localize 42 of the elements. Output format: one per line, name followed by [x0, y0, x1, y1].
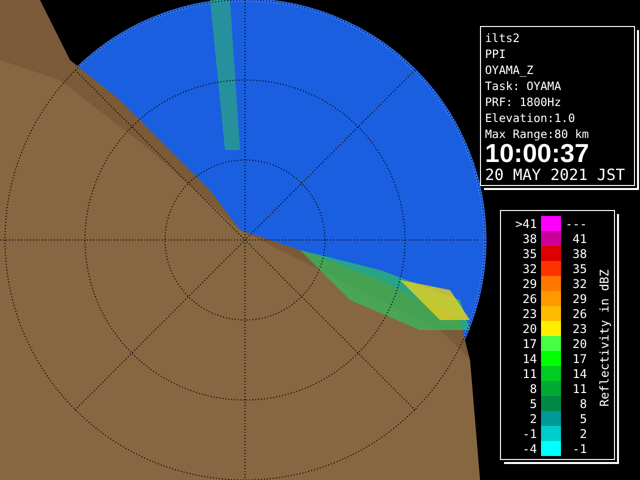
legend-label: 41 — [572, 232, 587, 246]
time-text: 10:00:37 — [485, 141, 590, 165]
legend-label: 14 — [572, 366, 587, 380]
legend-label: 35 — [522, 246, 537, 260]
legend-label: 32 — [572, 276, 587, 290]
legend-label: 20 — [572, 336, 587, 350]
legend-label: 32 — [522, 262, 537, 276]
legend-label: 38 — [572, 246, 587, 260]
legend-label: 8 — [578, 396, 587, 410]
legend-label: 5 — [578, 412, 587, 426]
legend-label: -1 — [572, 442, 587, 456]
legend-title: Reflectivity in dBZ — [598, 268, 612, 406]
legend-label: 29 — [572, 292, 587, 306]
info-text: PPI — [485, 46, 507, 62]
legend-label: 23 — [572, 322, 587, 336]
info-text: Elevation:1.0 — [485, 110, 576, 126]
info-text: OYAMA_Z — [485, 62, 534, 78]
legend-label: 2 — [578, 426, 587, 440]
legend-label: 8 — [528, 382, 537, 396]
legend-label: -1 — [522, 426, 537, 440]
legend-label: --- — [564, 216, 587, 230]
legend-label: 26 — [522, 292, 537, 306]
info-text: Max Range:80 km — [485, 126, 590, 142]
date-text: 20 MAY 2021 JST — [485, 165, 625, 185]
legend-label: 26 — [572, 306, 587, 320]
legend-label: 38 — [522, 232, 537, 246]
legend-label: 17 — [522, 336, 537, 350]
legend-label: >41 — [514, 216, 537, 230]
info-text: Task: OYAMA — [485, 78, 562, 94]
legend-label: 5 — [528, 396, 537, 410]
legend-label: 2 — [528, 412, 537, 426]
info-text: ilts2 — [485, 30, 521, 46]
legend-label: -4 — [522, 442, 537, 456]
legend-label: 14 — [522, 352, 537, 366]
info-text: PRF: 1800Hz — [485, 94, 562, 110]
legend-label: 11 — [572, 382, 587, 396]
legend-label: 35 — [572, 262, 587, 276]
legend-label: 20 — [522, 322, 537, 336]
legend-label: 29 — [522, 276, 537, 290]
legend-label: 23 — [522, 306, 537, 320]
legend-label: 11 — [522, 366, 537, 380]
legend-label: 17 — [572, 352, 587, 366]
